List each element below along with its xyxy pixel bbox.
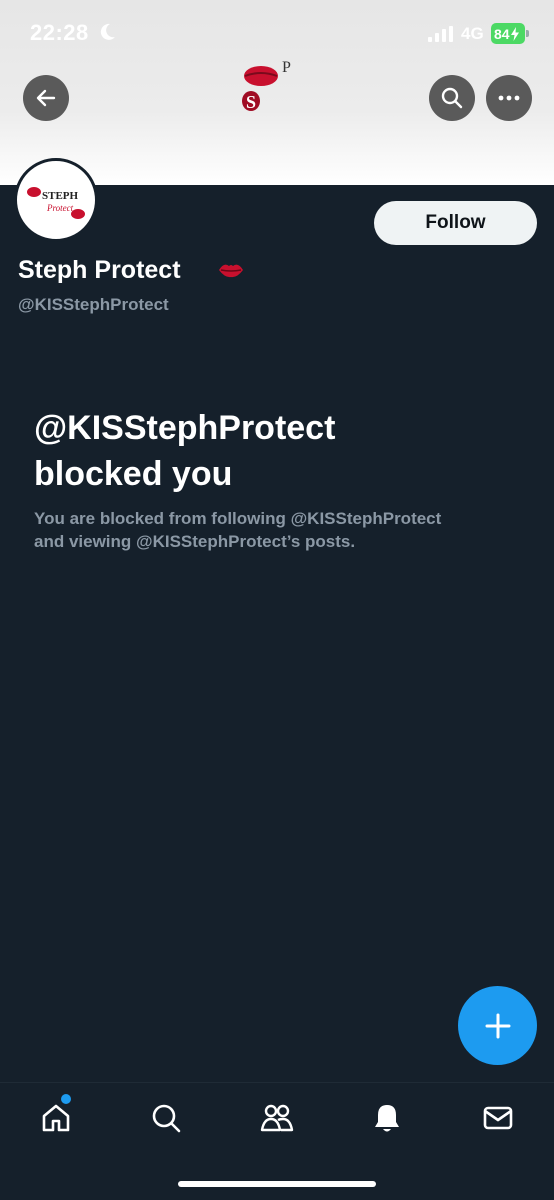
nav-home[interactable] xyxy=(36,1098,76,1138)
nav-notifications[interactable] xyxy=(367,1098,407,1138)
notification-dot xyxy=(61,1094,71,1104)
people-icon xyxy=(260,1104,294,1132)
banner-logo-p: P xyxy=(282,59,291,76)
blocked-description: You are blocked from following @KISSteph… xyxy=(34,507,514,553)
status-time: 22:28 xyxy=(30,20,89,45)
battery-level: 84 xyxy=(491,23,525,44)
avatar-logo-text-2: Protect xyxy=(46,203,74,213)
bell-icon xyxy=(375,1105,399,1132)
battery-percent: 84 xyxy=(494,25,510,42)
search-icon xyxy=(441,87,463,109)
kiss-lips-emoji-icon xyxy=(217,258,245,287)
nav-communities[interactable] xyxy=(257,1098,297,1138)
avatar[interactable]: STEPH Protect xyxy=(14,158,98,242)
nav-explore[interactable] xyxy=(146,1098,186,1138)
home-indicator[interactable] xyxy=(178,1181,376,1187)
banner-logo-s: S xyxy=(246,92,256,112)
display-name: Steph Protect xyxy=(18,256,181,284)
blocked-title-line2: blocked you xyxy=(34,455,233,493)
more-icon xyxy=(498,95,520,101)
arrow-left-icon xyxy=(36,89,56,107)
follow-button[interactable]: Follow xyxy=(374,201,537,245)
more-button[interactable] xyxy=(486,75,532,121)
mail-icon xyxy=(483,1106,513,1130)
moon-icon xyxy=(98,22,116,47)
avatar-logo-text-1: STEPH xyxy=(42,190,79,202)
search-button[interactable] xyxy=(429,75,475,121)
signal-icon xyxy=(428,26,454,47)
battery-cap xyxy=(526,30,529,37)
network-type: 4G xyxy=(461,24,484,43)
banner-logo: S P xyxy=(233,58,297,119)
home-icon xyxy=(42,1104,70,1132)
compose-button[interactable] xyxy=(458,986,537,1065)
profile-handle: @KISStephProtect xyxy=(18,295,169,314)
blocked-title-line1: @KISStephProtect xyxy=(34,409,336,447)
blocked-desc-line1: You are blocked from following @KISSteph… xyxy=(34,509,442,528)
search-icon xyxy=(152,1104,181,1133)
blocked-title: @KISStephProtect blocked you xyxy=(34,405,514,497)
back-button[interactable] xyxy=(23,75,69,121)
nav-messages[interactable] xyxy=(478,1098,518,1138)
blocked-desc-line2: and viewing @KISStephProtect’s posts. xyxy=(34,532,356,551)
plus-icon xyxy=(485,1013,510,1038)
